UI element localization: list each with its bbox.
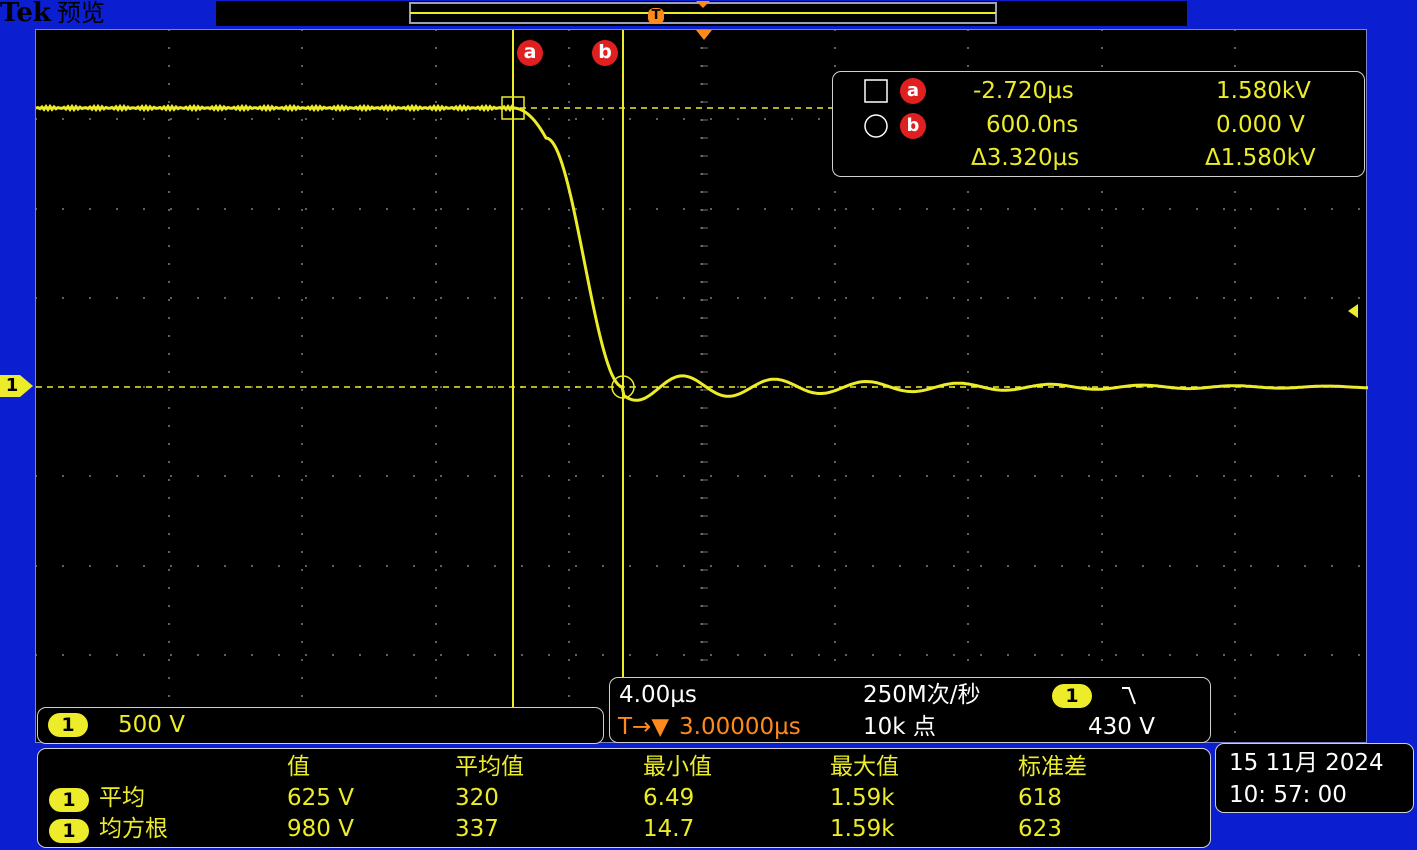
measure-row-2-mean: 337 <box>455 816 499 842</box>
datetime-panel: 15 11月 2024 10: 57: 00 <box>1215 743 1414 813</box>
record-length: 10k 点 <box>863 714 936 740</box>
measurement-panel[interactable]: 值 平均值 最小值 最大值 标准差 1 平均 625 V 320 6.49 1.… <box>37 748 1211 848</box>
trigger-position-prefix: T→▼ <box>618 714 670 740</box>
measure-row-1-min: 6.49 <box>643 785 695 811</box>
timebase-trigger-panel[interactable]: 4.00µs 250M次/秒 1 T→▼ 3.00000µs 10k 点 430… <box>609 677 1211 743</box>
measure-header-mean: 平均值 <box>455 754 524 780</box>
measure-row-1-max: 1.59k <box>830 785 895 811</box>
record-overview-bar[interactable]: T <box>216 1 1187 26</box>
measure-row-1-value: 625 V <box>287 785 354 811</box>
trigger-position-marker <box>696 1 710 8</box>
ground-marker-label: 1 <box>5 375 19 396</box>
cursor-b-label: b <box>598 41 612 63</box>
trigger-level-marker <box>1348 304 1358 318</box>
measure-row-2-stddev: 623 <box>1018 816 1062 842</box>
cursor-a-value: 1.580kV <box>1216 78 1311 104</box>
cursor-delta-time: Δ3.320µs <box>971 145 1080 171</box>
falling-edge-icon <box>1122 687 1136 705</box>
channel-1-badge: 1 <box>48 713 88 737</box>
measure-row-1-stddev: 618 <box>1018 785 1062 811</box>
measure-header-value: 值 <box>287 754 310 780</box>
channel-1-volts-per-div: 500 V <box>118 712 185 738</box>
circle-marker-icon <box>864 114 888 138</box>
measure-row-2-min: 14.7 <box>643 816 695 842</box>
measure-header-stddev: 标准差 <box>1018 754 1087 780</box>
measure-row-2-max: 1.59k <box>830 816 895 842</box>
readout-a-label: a <box>906 80 920 101</box>
cursor-readout-panel: a b -2.720µs 1.580kV 600.0ns 0.000 V Δ3.… <box>832 71 1365 177</box>
measure-header-max: 最大值 <box>830 754 899 780</box>
cursor-delta-value: Δ1.580kV <box>1205 145 1316 171</box>
measure-row-2-name: 均方根 <box>99 816 168 842</box>
trigger-source-badge: 1 <box>1052 684 1092 708</box>
cursor-b-value: 0.000 V <box>1216 112 1305 138</box>
channel-scale-panel[interactable]: 1 500 V <box>37 707 604 744</box>
channel-1-ground-marker[interactable]: 1 <box>0 373 34 399</box>
trigger-t-label: T <box>651 8 661 23</box>
measure-row-2-channel-badge: 1 <box>49 819 89 843</box>
acquisition-mode: 预览 <box>56 0 105 27</box>
date-display: 15 11月 2024 <box>1229 750 1384 776</box>
tek-logo: Tek <box>0 0 51 28</box>
trigger-level: 430 V <box>1088 714 1155 740</box>
time-display: 10: 57: 00 <box>1229 782 1347 808</box>
measure-row-1-name: 平均 <box>99 785 145 811</box>
measure-row-2-value: 980 V <box>287 816 354 842</box>
brand: Tek 预览 <box>0 0 105 28</box>
measure-row-1-channel-badge: 1 <box>49 788 89 812</box>
trigger-position: 3.00000µs <box>679 714 801 740</box>
cursor-b-time: 600.0ns <box>986 112 1079 138</box>
cursor-a-label: a <box>523 41 537 63</box>
measure-header-min: 最小值 <box>643 754 712 780</box>
cursor-a-time: -2.720µs <box>973 78 1074 104</box>
square-marker-icon <box>864 79 888 103</box>
sample-rate: 250M次/秒 <box>863 682 981 708</box>
waveform-display[interactable]: a b a b -2.720µs 1.580kV 600.0ns 0.000 V… <box>35 29 1368 743</box>
trigger-point-marker <box>696 30 712 40</box>
time-per-division: 4.00µs <box>619 682 697 708</box>
measure-row-1-mean: 320 <box>455 785 499 811</box>
readout-b-label: b <box>906 115 920 136</box>
